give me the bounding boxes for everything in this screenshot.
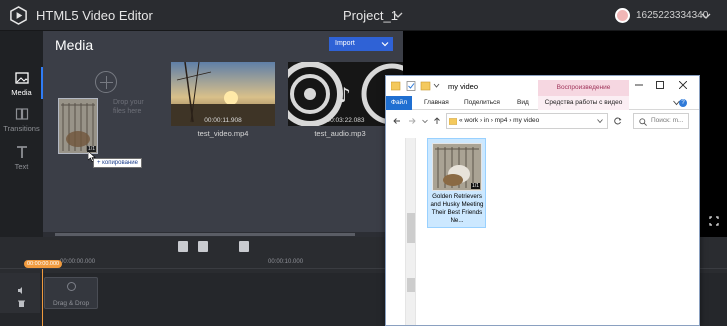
app-title: HTML5 Video Editor [36, 8, 153, 23]
explorer-ribbon: Файл Главная Поделиться Вид Средства раб… [386, 96, 699, 110]
drop-hint: Drop your files here [113, 99, 144, 115]
fullscreen-icon[interactable] [709, 216, 719, 226]
track-controls [0, 273, 40, 313]
scrollbar-thumb[interactable] [407, 278, 415, 292]
maximize-icon[interactable] [656, 81, 664, 89]
panel-title: Media [55, 37, 94, 53]
scrollbar-thumb[interactable] [55, 233, 355, 236]
media-panel: Media Import Drop your files here 00:00:… [43, 31, 403, 237]
media-item-label: test_video.mp4 [197, 129, 249, 138]
import-button[interactable]: Import [329, 37, 393, 51]
ribbon-tab-share[interactable]: Поделиться [464, 99, 500, 106]
project-name[interactable]: Project_1 [343, 8, 398, 23]
nav-item-media[interactable]: Media [0, 67, 43, 107]
explorer-titlebar[interactable]: my video Воспроизведение [386, 76, 699, 96]
dragged-file-preview: 1/1 [58, 98, 98, 154]
media-item-label: test_audio.mp3 [314, 129, 366, 138]
nav-item-transitions[interactable]: Transitions [0, 103, 43, 143]
file-name: Golden Retrievers and Husky Meeting Thei… [430, 193, 484, 224]
left-nav: Media Transitions Text [0, 31, 43, 237]
chevron-down-icon[interactable] [422, 117, 428, 125]
ruler-time: 00:00:00.000 [60, 259, 96, 265]
ruler-time: 00:00:10.000 [268, 259, 304, 265]
help-icon[interactable]: ? [679, 99, 687, 107]
import-label: Import [335, 40, 355, 47]
file-explorer-window: my video Воспроизведение Файл Главная По… [385, 75, 700, 326]
minimize-icon[interactable] [635, 81, 643, 89]
split-icon[interactable] [198, 241, 208, 252]
chevron-down-icon[interactable] [701, 11, 711, 21]
nav-label: Transitions [3, 124, 40, 133]
settings-icon[interactable] [239, 241, 249, 252]
ribbon-tab-home[interactable]: Главная [424, 99, 449, 106]
window-title: my video [448, 82, 479, 91]
playhead-time[interactable]: 00:00:00.000 [24, 260, 63, 268]
up-icon[interactable] [433, 117, 441, 125]
add-media-icon[interactable] [95, 71, 117, 93]
file-count-badge: 1/1 [471, 183, 480, 189]
text-icon [16, 146, 27, 158]
drag-drop-zone[interactable]: Drag & Drop [44, 277, 98, 309]
video-editor-screen: HTML5 Video Editor Project_1 16252233343… [0, 0, 727, 326]
svg-text:♪: ♪ [338, 83, 351, 107]
scrollbar-thumb[interactable] [407, 213, 415, 243]
user-id[interactable]: 1625223334340 [636, 10, 708, 21]
refresh-icon[interactable] [614, 117, 622, 125]
ribbon-tab-view[interactable]: Вид [517, 99, 529, 106]
media-item-video[interactable]: 00:00:11.908 [171, 62, 275, 126]
image-icon [14, 72, 29, 84]
trash-icon[interactable] [18, 300, 25, 307]
address-bar[interactable]: « work › in › mp4 › my video [446, 113, 608, 129]
duration: 00:00:11.908 [204, 117, 242, 124]
search-input[interactable]: Поиск: m... [651, 117, 683, 124]
app-logo-icon [10, 6, 27, 25]
copy-tooltip: + копирование [93, 158, 142, 168]
search-box[interactable]: Поиск: m... [633, 113, 689, 129]
ribbon-tab-file[interactable]: Файл [386, 96, 412, 110]
transitions-icon [15, 108, 28, 120]
avatar[interactable] [615, 8, 630, 23]
address-path: « work › in › mp4 › my video [459, 117, 540, 124]
speaker-icon[interactable] [18, 287, 25, 294]
address-row: « work › in › mp4 › my video Поиск: m... [386, 110, 699, 132]
close-icon[interactable] [679, 81, 687, 89]
drop-label: Drag & Drop [52, 300, 90, 307]
forward-icon[interactable] [408, 117, 416, 125]
plus-icon [66, 282, 76, 291]
chevron-down-icon[interactable] [597, 118, 603, 124]
dog-thumbnail [59, 99, 97, 153]
back-icon[interactable] [393, 117, 401, 125]
folder-icon [449, 118, 457, 125]
file-thumbnail: 1/1 [432, 143, 482, 191]
explorer-content: 1/1 Golden Retrievers and Husky Meeting … [386, 132, 699, 325]
nav-item-text[interactable]: Text [0, 141, 43, 181]
ribbon-tab-video-tools[interactable]: Средства работы с видео [538, 96, 629, 110]
context-tab-group: Воспроизведение [538, 80, 629, 96]
delete-icon[interactable] [178, 241, 188, 252]
search-icon [639, 118, 647, 126]
chevron-down-icon [381, 42, 389, 47]
quick-access-icons[interactable] [391, 81, 441, 91]
playhead-line[interactable] [42, 269, 43, 326]
nav-label: Text [14, 162, 29, 171]
top-bar: HTML5 Video Editor Project_1 16252233343… [0, 0, 727, 31]
explorer-scrollbar[interactable] [405, 138, 416, 325]
chevron-down-icon[interactable] [393, 10, 403, 20]
nav-label: Media [11, 88, 32, 97]
file-item[interactable]: 1/1 Golden Retrievers and Husky Meeting … [427, 138, 486, 228]
